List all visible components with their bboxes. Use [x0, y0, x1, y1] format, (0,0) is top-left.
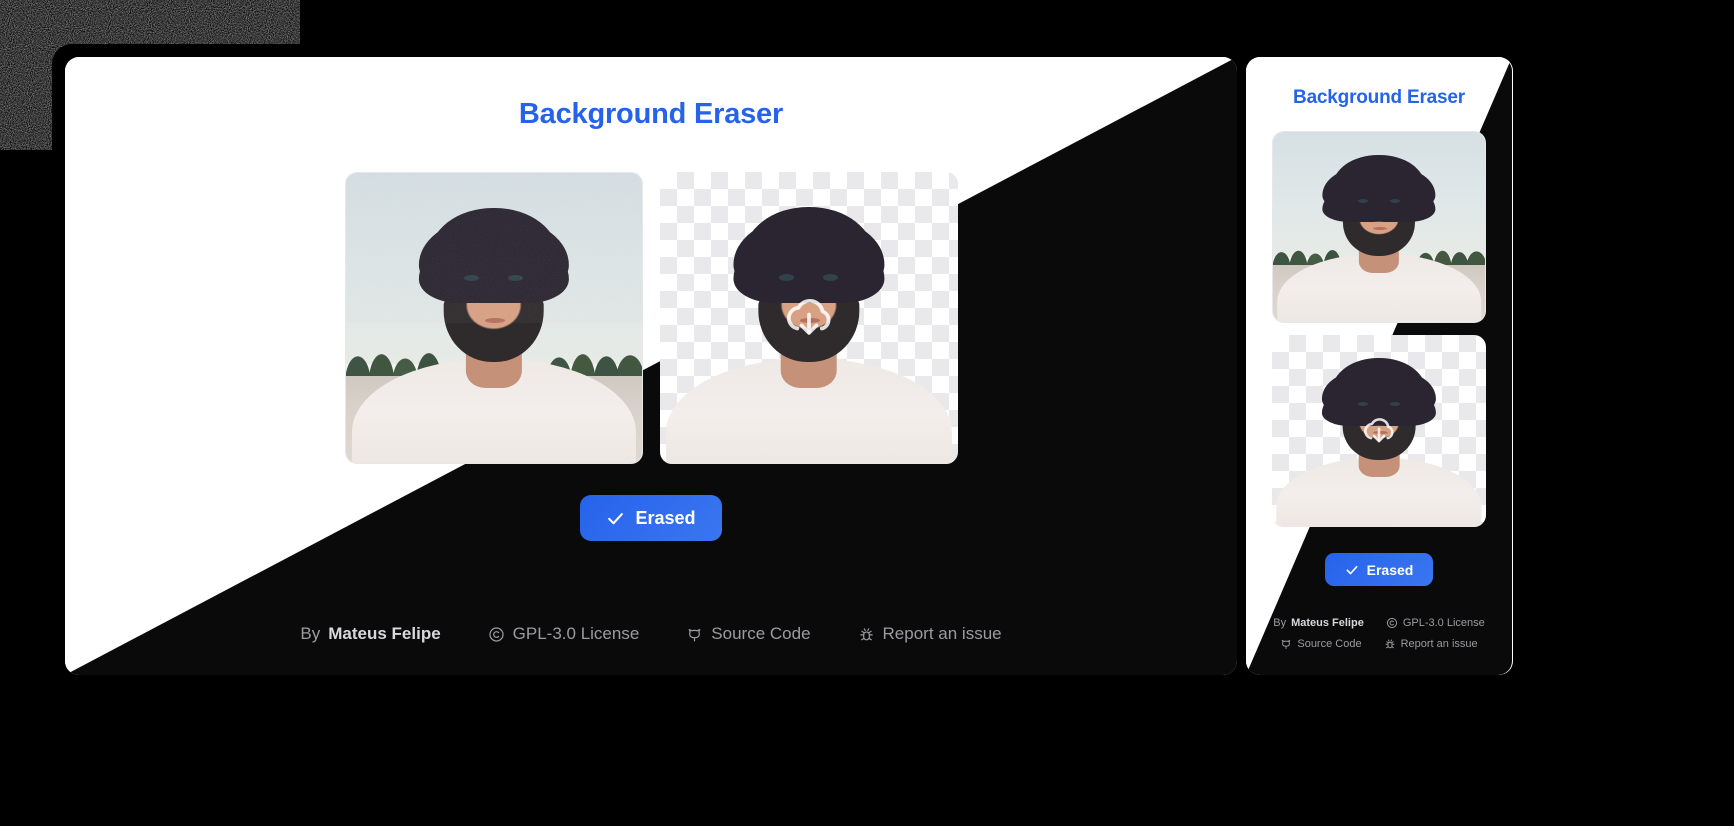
photo-grain-overlay — [345, 173, 642, 323]
footer-author-name: Mateus Felipe — [1291, 617, 1364, 629]
footer: By Mateus Felipe GPL-3.0 License Source … — [1246, 617, 1512, 650]
footer-issue-label: Report an issue — [1400, 638, 1478, 650]
footer-license-label: GPL-3.0 License — [1402, 617, 1485, 629]
photo-eye-left — [1357, 198, 1369, 203]
copyright-icon — [1386, 617, 1397, 629]
portrait-photo — [345, 173, 642, 463]
footer-issue-label: Report an issue — [882, 624, 1002, 643]
download-cloud-icon[interactable] — [781, 290, 837, 346]
bug-icon — [859, 627, 873, 640]
result-image-card[interactable] — [659, 172, 958, 464]
check-icon — [608, 512, 624, 524]
erased-button[interactable]: Erased — [1324, 553, 1434, 586]
page-title: Background Eraser — [1293, 87, 1465, 108]
footer-source-label: Source Code — [1297, 638, 1362, 650]
github-icon — [688, 628, 701, 641]
mobile-preview-panel: Background Eraser Erased By Mateus Felip… — [1246, 57, 1512, 675]
erased-button[interactable]: Erased — [580, 495, 722, 541]
erased-button-label: Erased — [635, 507, 696, 528]
check-icon — [1346, 565, 1358, 574]
footer-author-name: Mateus Felipe — [328, 624, 441, 643]
screenshot-stage: Background Eraser Erased By Mateus Felip… — [0, 0, 1734, 826]
erased-button-label: Erased — [1366, 561, 1414, 578]
image-cards-row — [344, 172, 958, 464]
footer-issue-link[interactable]: Report an issue — [1384, 638, 1478, 650]
bug-icon — [1385, 639, 1395, 649]
result-image-card[interactable] — [1272, 335, 1486, 527]
photo-eye-right — [823, 274, 839, 281]
photo-hair — [1331, 358, 1427, 412]
footer-author-prefix: By — [300, 624, 321, 643]
original-image-card[interactable] — [1272, 131, 1486, 323]
photo-hair — [742, 207, 875, 289]
footer: By Mateus Felipe GPL-3.0 License Source … — [65, 624, 1237, 644]
main-content: Background Eraser Erased By Mateus Felip… — [65, 57, 1237, 675]
footer-issue-link[interactable]: Report an issue — [858, 624, 1002, 644]
footer-source-label: Source Code — [711, 624, 811, 643]
footer-author: By Mateus Felipe — [1273, 617, 1364, 629]
footer-license-link[interactable]: GPL-3.0 License — [488, 624, 640, 644]
portrait-photo — [1273, 132, 1485, 322]
page-title: Background Eraser — [518, 98, 784, 130]
copyright-icon — [489, 626, 504, 642]
main-app-panel: Background Eraser Erased By Mateus Felip… — [65, 57, 1237, 675]
photo-eye-left — [778, 274, 794, 281]
footer-source-link[interactable]: Source Code — [1280, 638, 1362, 650]
download-cloud-icon[interactable] — [1360, 412, 1398, 450]
photo-eye-right — [1389, 198, 1401, 203]
footer-license-label: GPL-3.0 License — [512, 624, 640, 643]
mini-content: Background Eraser Erased By Mateus Felip… — [1246, 57, 1512, 675]
footer-license-link[interactable]: GPL-3.0 License — [1386, 617, 1485, 629]
original-image-card[interactable] — [344, 172, 643, 464]
footer-source-link[interactable]: Source Code — [686, 624, 811, 644]
footer-author: By Mateus Felipe — [300, 624, 440, 644]
footer-author-prefix: By — [1273, 617, 1287, 629]
github-icon — [1282, 640, 1291, 649]
image-cards-column — [1272, 131, 1486, 527]
